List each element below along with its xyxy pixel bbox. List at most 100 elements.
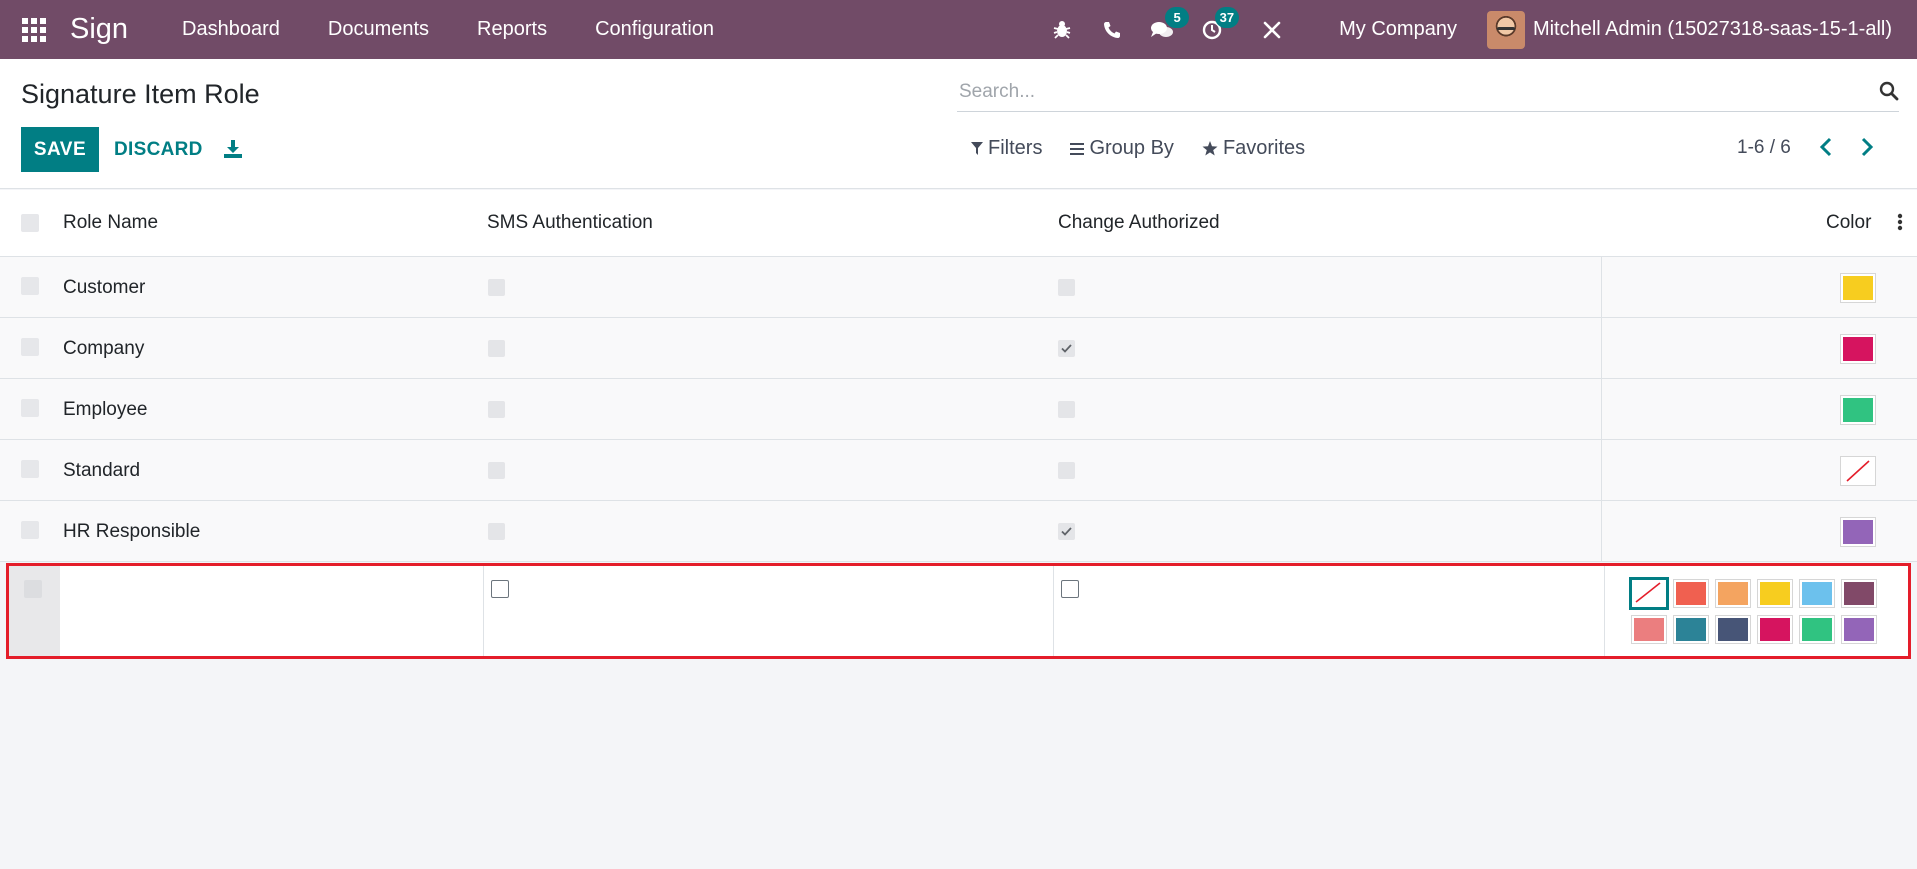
groupby-button[interactable]: Group By [1070,137,1174,160]
save-button[interactable]: SAVE [21,127,99,172]
change-authorized-checkbox[interactable] [1058,523,1075,540]
sms-authentication-checkbox[interactable] [488,401,505,418]
no-color-option[interactable] [1629,577,1669,610]
search-bar [957,74,1899,112]
groupby-label: Group By [1089,137,1174,159]
table-row[interactable]: Customer [0,257,1917,318]
apps-menu-icon[interactable] [0,0,68,59]
pager-value[interactable]: 1-6 / 6 [1737,137,1791,159]
color-option[interactable] [1841,615,1877,644]
list-icon [1070,142,1085,155]
change-authorized-checkbox[interactable] [1061,580,1079,598]
change-authorized-checkbox[interactable] [1058,401,1075,418]
row-selector [9,566,60,656]
color-option[interactable] [1715,579,1751,608]
column-change-authorized[interactable]: Change Authorized [1058,212,1220,234]
color-option[interactable] [1757,615,1793,644]
menu-configuration[interactable]: Configuration [571,0,738,59]
color-option[interactable] [1673,615,1709,644]
debug-bug-icon[interactable] [1037,0,1087,59]
column-role-name[interactable]: Role Name [63,212,158,234]
column-divider [1601,379,1602,439]
color-option[interactable] [1841,579,1877,608]
change-authorized-checkbox[interactable] [1058,279,1075,296]
column-sms-authentication[interactable]: SMS Authentication [487,212,653,234]
change-authorized-checkbox[interactable] [1058,340,1075,357]
role-name-cell: HR Responsible [63,521,201,542]
column-divider [1053,566,1054,656]
color-swatch[interactable] [1840,517,1876,547]
filter-icon [971,141,983,155]
role-name-cell: Standard [63,460,141,481]
systray: 5 37 My Company Mitchell Admin (15027318… [1037,0,1917,59]
app-name[interactable]: Sign [70,13,128,46]
row-checkbox[interactable] [21,338,39,356]
role-name-cell: Customer [63,277,146,298]
sms-authentication-checkbox[interactable] [488,462,505,479]
filters-label: Filters [988,137,1043,159]
role-name-cell: Company [63,338,145,359]
pager-previous-icon[interactable] [1819,137,1833,162]
table-row[interactable]: Employee [0,379,1917,440]
discard-button[interactable]: DISCARD [114,127,203,172]
column-divider [1604,566,1605,656]
menu-dashboard[interactable]: Dashboard [158,0,304,59]
color-swatch[interactable] [1840,456,1876,486]
color-swatch[interactable] [1840,334,1876,364]
top-navbar: Sign Dashboard Documents Reports Configu… [0,0,1917,59]
pager-next-icon[interactable] [1860,137,1874,162]
sms-authentication-checkbox[interactable] [488,340,505,357]
search-icon[interactable] [1879,81,1899,106]
filters-button[interactable]: Filters [971,137,1042,160]
color-option[interactable] [1673,579,1709,608]
sms-authentication-checkbox[interactable] [488,523,505,540]
search-options: Filters Group By Favorites [971,137,1333,160]
role-name-cell: Employee [63,399,148,420]
table-header: Role Name SMS Authentication Change Auth… [0,190,1917,257]
control-panel: Signature Item Role SAVE DISCARD Filters… [0,59,1917,189]
new-record-row[interactable] [6,563,1911,659]
color-option[interactable] [1799,579,1835,608]
column-color[interactable]: Color [1826,212,1871,234]
table-row[interactable]: HR Responsible [0,501,1917,562]
color-swatch[interactable] [1840,273,1876,303]
color-option[interactable] [1715,615,1751,644]
messages-badge: 5 [1165,7,1190,28]
sms-authentication-checkbox[interactable] [488,279,505,296]
download-icon[interactable] [220,136,246,162]
row-checkbox[interactable] [21,399,39,417]
color-option[interactable] [1757,579,1793,608]
tools-icon[interactable] [1247,0,1297,59]
color-swatch[interactable] [1840,395,1876,425]
list-table: Role Name SMS Authentication Change Auth… [0,190,1917,562]
table-row[interactable]: Company [0,318,1917,379]
favorites-button[interactable]: Favorites [1202,137,1305,160]
sms-authentication-checkbox[interactable] [491,580,509,598]
optional-columns-icon[interactable] [1897,212,1903,238]
select-all-checkbox[interactable] [21,214,39,232]
row-checkbox[interactable] [21,521,39,539]
color-option[interactable] [1799,615,1835,644]
column-divider [1601,501,1602,561]
search-input[interactable] [957,74,1837,110]
menu-documents[interactable]: Documents [304,0,453,59]
favorites-label: Favorites [1222,137,1306,159]
row-checkbox [24,580,42,598]
avatar [1486,10,1525,49]
row-checkbox[interactable] [21,277,39,295]
table-row[interactable]: Standard [0,440,1917,501]
menu-reports[interactable]: Reports [453,0,571,59]
row-checkbox[interactable] [21,460,39,478]
company-switcher[interactable]: My Company [1339,18,1457,41]
color-option[interactable] [1631,615,1667,644]
main-menu: Dashboard Documents Reports Configuratio… [158,0,738,59]
column-divider [1601,318,1602,378]
change-authorized-checkbox[interactable] [1058,462,1075,479]
color-palette [1629,577,1888,644]
activities-clock-icon[interactable]: 37 [1187,0,1240,59]
column-divider [483,566,484,656]
messages-icon[interactable]: 5 [1137,0,1190,59]
user-menu[interactable]: Mitchell Admin (15027318-saas-15-1-all) [1486,10,1892,49]
user-name: Mitchell Admin (15027318-saas-15-1-all) [1532,18,1892,40]
phone-icon[interactable] [1087,0,1137,59]
